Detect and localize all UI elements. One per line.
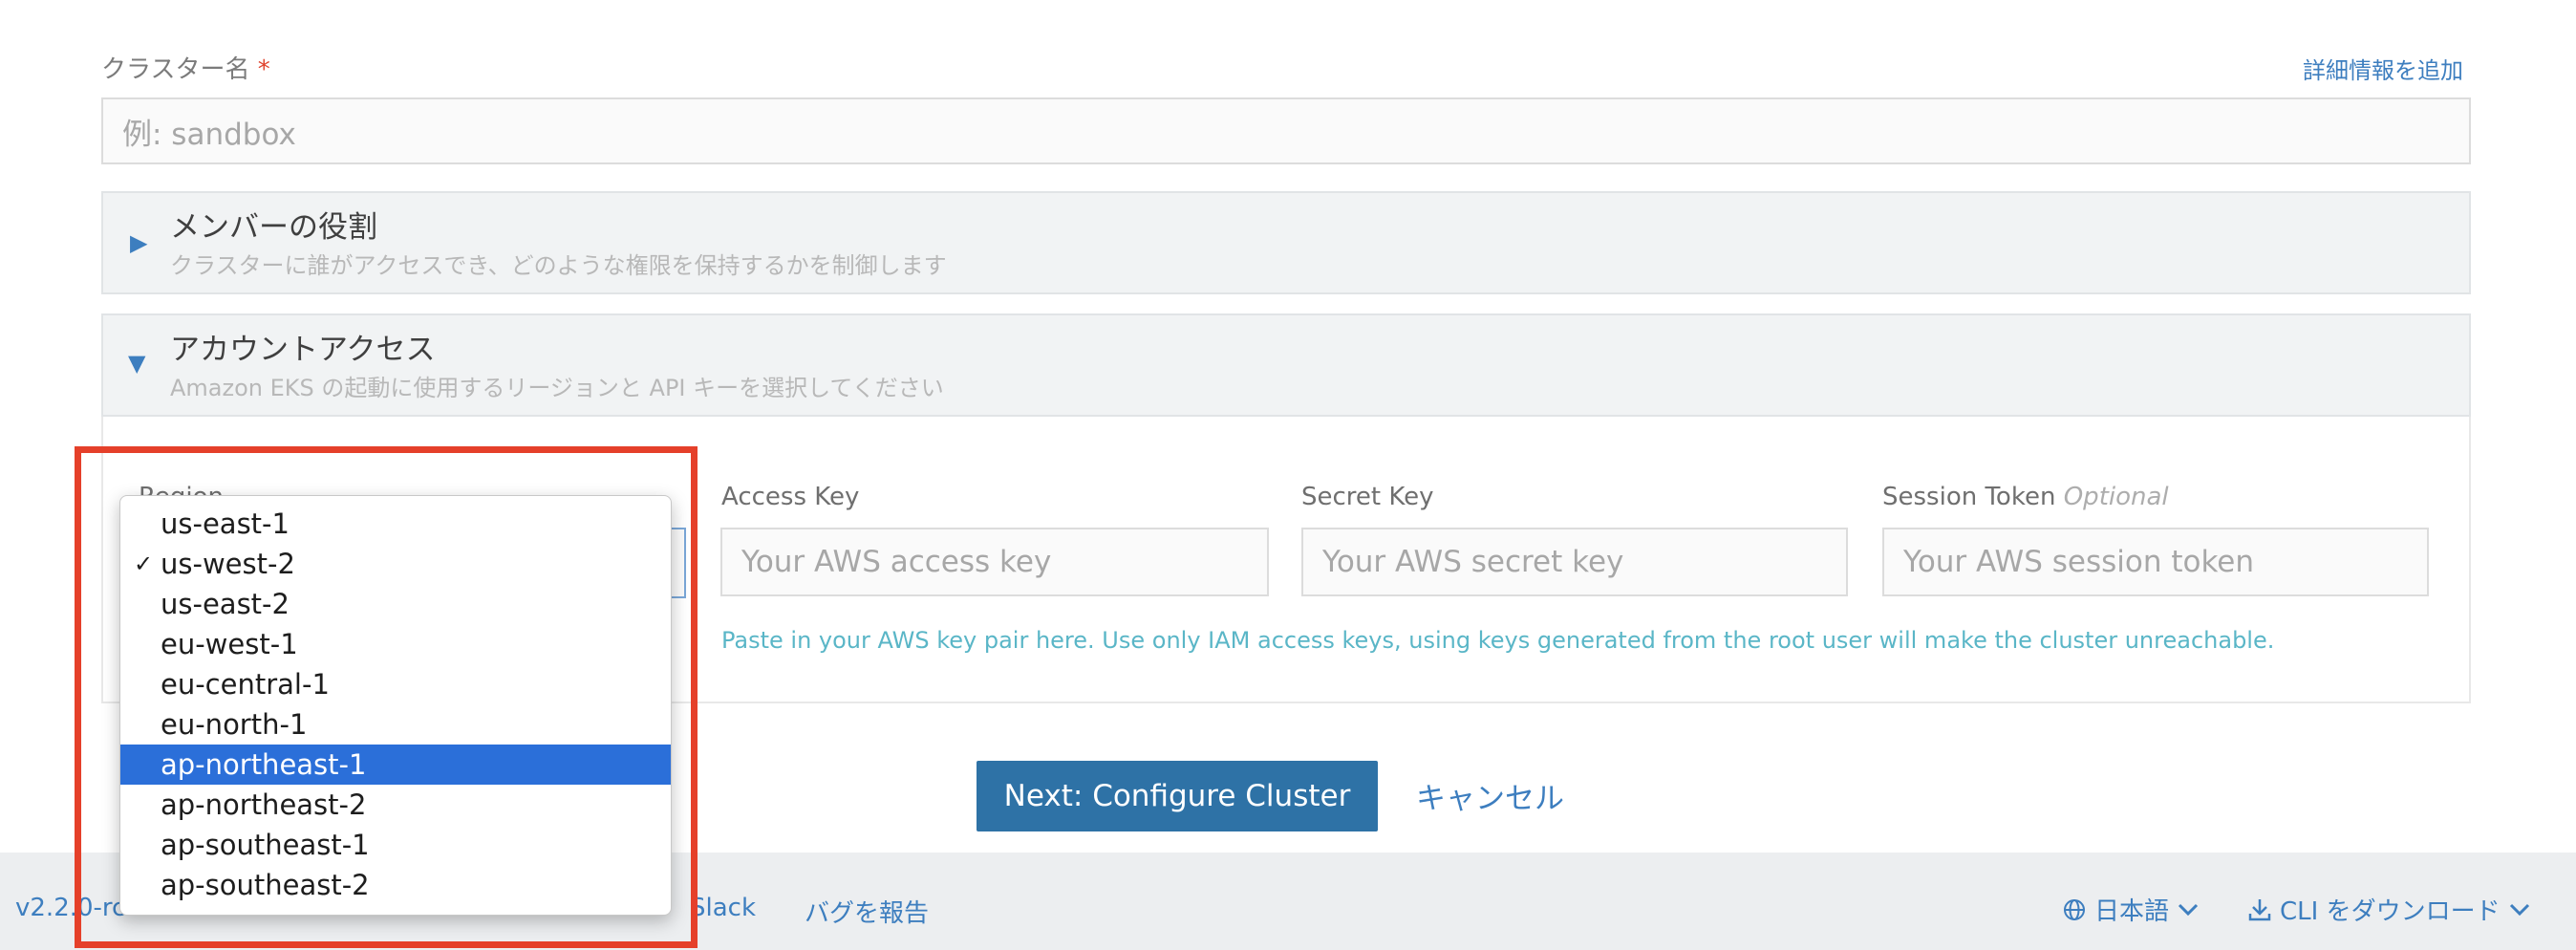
add-details-link[interactable]: 詳細情報を追加 [2303, 52, 2463, 85]
cluster-name-input[interactable]: 例: sandbox [101, 97, 2471, 164]
download-icon [2248, 898, 2271, 920]
chevron-down-icon [2509, 903, 2529, 916]
cluster-name-label: クラスター名 * [101, 50, 270, 85]
caret-down-icon: ▼ [128, 350, 146, 377]
cluster-name-label-text: クラスター名 [101, 55, 250, 84]
language-label: 日本語 [2094, 897, 2170, 926]
aws-key-help-text: Paste in your AWS key pair here. Use onl… [721, 627, 2275, 654]
member-roles-accordion[interactable]: ▶ メンバーの役割 クラスターに誰がアクセスでき、どのような権限を保持するかを制… [101, 191, 2471, 294]
footer-link-report-bug[interactable]: バグを報告 [805, 894, 929, 929]
session-token-input[interactable]: Your AWS session token [1882, 528, 2429, 596]
optional-hint: Optional [2063, 483, 2169, 511]
secret-key-placeholder: Your AWS secret key [1322, 545, 1624, 579]
member-roles-title: メンバーの役割 [170, 210, 377, 245]
member-roles-subtitle: クラスターに誰がアクセスでき、どのような権限を保持するかを制御します [170, 252, 947, 279]
annotation-highlight-frame [75, 446, 698, 948]
access-key-label: Access Key [721, 483, 860, 511]
session-token-label: Session Token Optional [1882, 483, 2169, 511]
session-token-placeholder: Your AWS session token [1903, 545, 2255, 579]
caret-right-icon: ▶ [130, 229, 148, 256]
session-token-label-text: Session Token [1882, 483, 2056, 511]
account-access-subtitle: Amazon EKS の起動に使用するリージョンと API キーを選択してくださ… [170, 375, 944, 401]
chevron-down-icon [2178, 903, 2199, 916]
globe-icon [2064, 898, 2085, 920]
secret-key-input[interactable]: Your AWS secret key [1301, 528, 1848, 596]
download-cli-menu[interactable]: CLI をダウンロード [2247, 892, 2531, 927]
required-mark: * [257, 55, 270, 84]
next-configure-cluster-button[interactable]: Next: Configure Cluster [977, 761, 1378, 831]
cluster-name-placeholder: 例: sandbox [122, 117, 296, 152]
account-access-title: アカウントアクセス [170, 333, 436, 367]
access-key-input[interactable]: Your AWS access key [720, 528, 1269, 596]
language-selector[interactable]: 日本語 [2062, 892, 2200, 927]
download-cli-label: CLI をダウンロード [2280, 897, 2501, 926]
footer-link-slack[interactable]: Slack [690, 894, 756, 922]
secret-key-label: Secret Key [1301, 483, 1434, 511]
account-access-accordion[interactable]: ▼ アカウントアクセス Amazon EKS の起動に使用するリージョンと AP… [101, 313, 2471, 417]
cancel-button[interactable]: キャンセル [1416, 774, 1564, 817]
access-key-placeholder: Your AWS access key [741, 545, 1052, 579]
